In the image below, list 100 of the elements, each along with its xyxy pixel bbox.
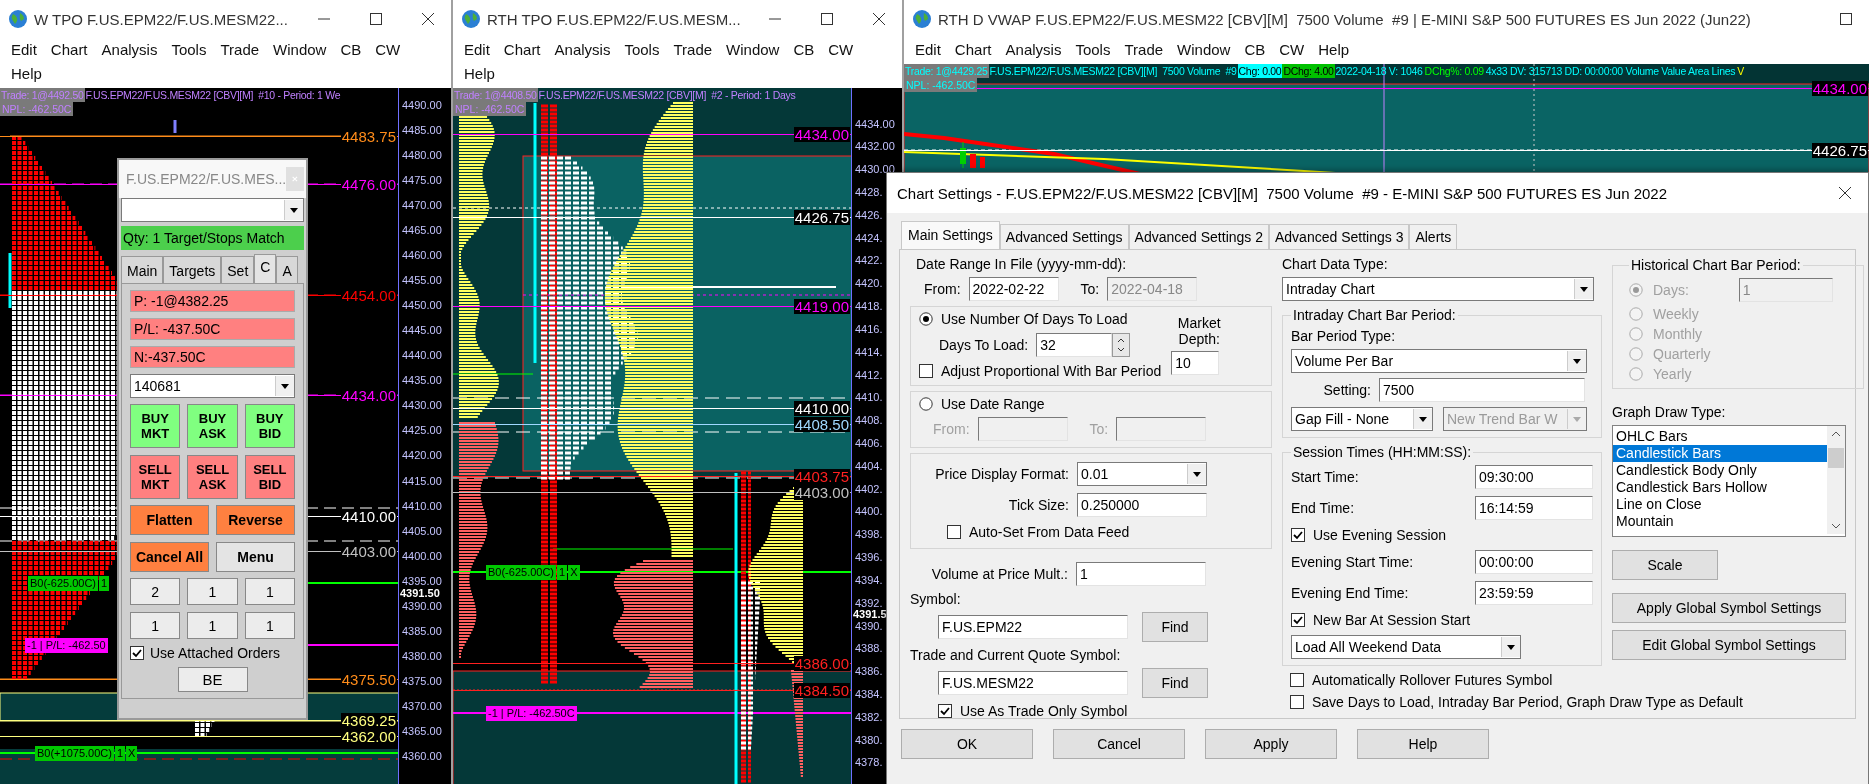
menu-item[interactable]: Chart: [947, 38, 999, 62]
order-button[interactable]: BUY BID: [244, 404, 295, 448]
tab[interactable]: A: [276, 256, 298, 283]
list-item[interactable]: Candlestick Bars: [1613, 445, 1827, 462]
dialog-button[interactable]: Cancel: [1053, 729, 1185, 759]
close-icon[interactable]: [1837, 185, 1853, 201]
dropdown[interactable]: Intraday Chart: [1282, 277, 1594, 301]
input-field[interactable]: 10: [1171, 351, 1220, 375]
checkbox[interactable]: [130, 646, 144, 660]
dropdown[interactable]: Load All Weekend Data: [1291, 635, 1521, 659]
menu-item[interactable]: Tools: [617, 38, 667, 62]
order-button[interactable]: BUY MKT: [130, 404, 181, 448]
quantity-button[interactable]: 1: [187, 612, 238, 639]
input-field[interactable]: 16:14:59: [1475, 496, 1593, 520]
settings-button[interactable]: Apply Global Symbol Settings: [1612, 593, 1846, 623]
menu-item[interactable]: CB: [333, 38, 369, 62]
menu-item[interactable]: CB: [1237, 38, 1273, 62]
menu-item[interactable]: Trade: [1117, 38, 1171, 62]
menu-item[interactable]: CW: [821, 38, 861, 62]
menu-item[interactable]: Window: [1170, 38, 1238, 62]
menu-item[interactable]: Trade: [666, 38, 720, 62]
spinner-icon[interactable]: [1112, 333, 1131, 357]
quantity-button[interactable]: 1: [244, 578, 295, 605]
action-button[interactable]: Cancel All: [130, 542, 209, 572]
menu-item[interactable]: Window: [266, 38, 334, 62]
list-item[interactable]: OHLC Bars: [1613, 428, 1827, 445]
menu-item[interactable]: Chart: [496, 38, 548, 62]
tab[interactable]: Advanced Settings 2: [1128, 224, 1269, 250]
list-box[interactable]: OHLC Bars Candlestick Bars Candlestick Body Only Candlestick Bars Hollow Line on Close Mountain: [1612, 425, 1846, 537]
scale-button[interactable]: Scale: [1612, 550, 1718, 580]
order-button[interactable]: SELL BID: [244, 455, 295, 499]
maximize-icon[interactable]: [368, 11, 384, 27]
dialog-button[interactable]: Apply: [1205, 729, 1337, 759]
input-field[interactable]: 2022-02-22: [968, 277, 1059, 301]
tab[interactable]: Targets: [163, 256, 222, 283]
list-item[interactable]: Candlestick Body Only: [1613, 462, 1827, 479]
settings-button[interactable]: Edit Global Symbol Settings: [1612, 630, 1846, 660]
order-button[interactable]: SELL MKT: [130, 455, 181, 499]
list-item[interactable]: Mountain: [1613, 513, 1827, 530]
tab[interactable]: Advanced Settings 3: [1269, 224, 1410, 250]
menu-item[interactable]: Trade: [213, 38, 267, 62]
maximize-icon[interactable]: [819, 11, 835, 27]
checkbox[interactable]: [1291, 613, 1305, 627]
quantity-button[interactable]: 1: [244, 612, 295, 639]
checkbox[interactable]: [919, 364, 933, 378]
input-field[interactable]: 32: [1036, 333, 1113, 357]
input-field[interactable]: 7500: [1379, 378, 1585, 402]
account-dropdown[interactable]: 140681: [130, 374, 295, 398]
dialog-button[interactable]: Help: [1357, 729, 1489, 759]
scrollbar[interactable]: [1827, 426, 1845, 534]
quantity-button[interactable]: 1: [187, 578, 238, 605]
close-icon[interactable]: [420, 11, 436, 27]
menu-item[interactable]: Edit: [457, 38, 497, 62]
menu-item[interactable]: Edit: [908, 38, 948, 62]
menu-item[interactable]: Window: [719, 38, 787, 62]
checkbox[interactable]: [947, 525, 961, 539]
list-item[interactable]: Candlestick Bars Hollow: [1613, 479, 1827, 496]
quantity-button[interactable]: 2: [130, 578, 181, 605]
checkbox[interactable]: [1290, 673, 1304, 687]
menu-item[interactable]: Help: [1311, 38, 1357, 62]
tab[interactable]: Advanced Settings: [999, 224, 1129, 250]
menu-item[interactable]: Chart: [43, 38, 95, 62]
input-field[interactable]: F.US.MESM22: [938, 671, 1128, 695]
find-button[interactable]: Find: [1142, 612, 1208, 642]
dropdown[interactable]: [121, 198, 304, 222]
menu-item[interactable]: CW: [368, 38, 408, 62]
action-button[interactable]: Reverse: [216, 505, 295, 535]
menu-item[interactable]: Help: [4, 62, 49, 86]
dropdown[interactable]: Gap Fill - None: [1291, 407, 1433, 431]
order-label[interactable]: X: [568, 565, 580, 580]
checkbox[interactable]: [1291, 528, 1305, 542]
input-field[interactable]: 0.250000: [1077, 493, 1207, 517]
breakeven-button[interactable]: BE: [177, 667, 248, 692]
quantity-button[interactable]: 1: [130, 612, 181, 639]
checkbox[interactable]: [1290, 695, 1304, 709]
menu-item[interactable]: Analysis: [547, 38, 618, 62]
dropdown[interactable]: Volume Per Bar: [1291, 349, 1587, 373]
tab[interactable]: Alerts: [1409, 224, 1458, 250]
order-button[interactable]: SELL ASK: [187, 455, 238, 499]
input-field[interactable]: 00:00:00: [1475, 550, 1593, 574]
menu-item[interactable]: Analysis: [998, 38, 1069, 62]
order-button[interactable]: BUY ASK: [187, 404, 238, 448]
menu-item[interactable]: Help: [457, 62, 502, 86]
dialog-button[interactable]: OK: [901, 729, 1033, 759]
menu-item[interactable]: Analysis: [94, 38, 165, 62]
menu-item[interactable]: CB: [786, 38, 822, 62]
tab[interactable]: C: [254, 254, 277, 283]
input-field[interactable]: F.US.EPM22: [938, 615, 1128, 639]
input-field[interactable]: 23:59:59: [1475, 581, 1593, 605]
tab[interactable]: Set: [221, 256, 255, 283]
tab[interactable]: Main Settings: [901, 221, 1000, 250]
input-field[interactable]: 09:30:00: [1475, 465, 1593, 489]
action-button[interactable]: Flatten: [130, 505, 209, 535]
menu-item[interactable]: Tools: [1068, 38, 1118, 62]
dropdown[interactable]: 0.01: [1077, 462, 1207, 486]
close-icon[interactable]: [871, 11, 887, 27]
menu-item[interactable]: Edit: [4, 38, 44, 62]
menu-item[interactable]: Tools: [164, 38, 214, 62]
radio-button[interactable]: [919, 312, 933, 326]
action-button[interactable]: Menu: [216, 542, 295, 572]
